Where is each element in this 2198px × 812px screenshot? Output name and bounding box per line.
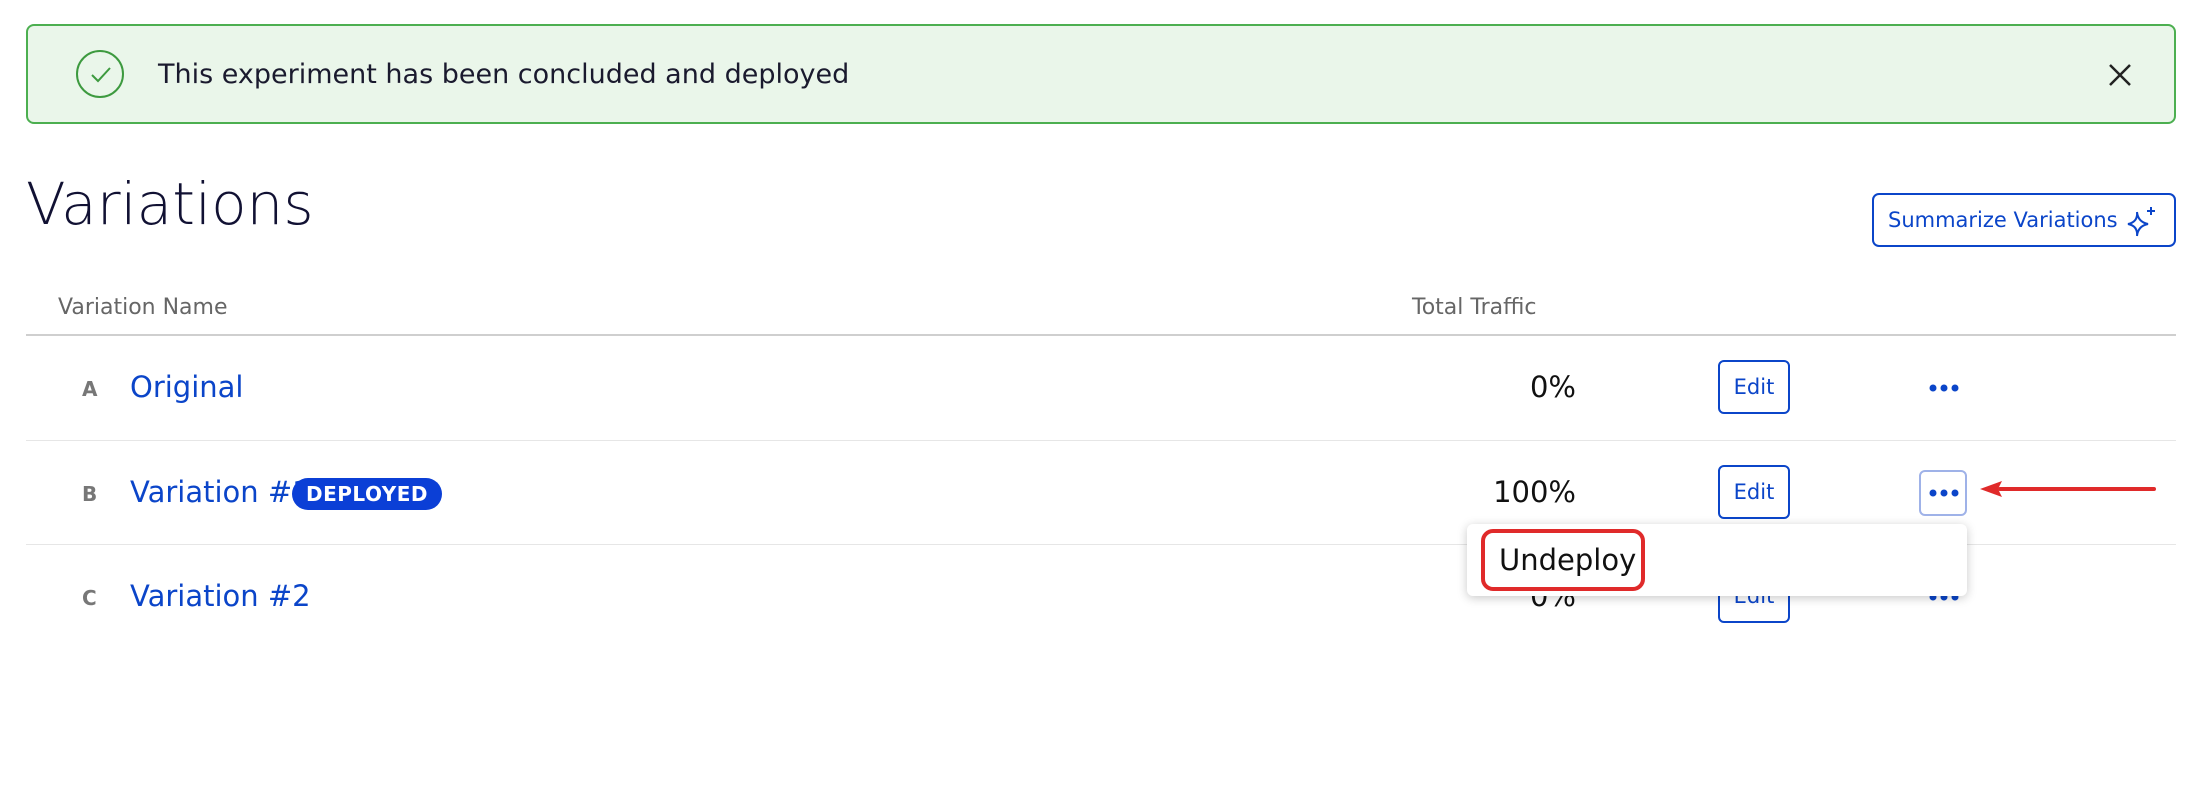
edit-button[interactable]: Edit <box>1718 360 1790 414</box>
traffic-value: 100% <box>1493 475 1576 509</box>
more-options-button[interactable] <box>1919 365 1967 411</box>
variation-name-link[interactable]: Original <box>130 370 243 404</box>
column-header-variation-name: Variation Name <box>58 295 228 320</box>
variation-letter: C <box>82 586 97 610</box>
success-banner: This experiment has been concluded and d… <box>26 24 2176 124</box>
sparkle-icon <box>2124 206 2160 243</box>
traffic-value: 0% <box>1529 370 1576 404</box>
summarize-label: Summarize Variations <box>1888 208 2118 232</box>
check-circle-icon <box>76 50 124 98</box>
variation-name-link[interactable]: Variation #2 <box>130 579 311 613</box>
deployed-badge: DEPLOYED <box>292 478 442 510</box>
row-actions-menu: Undeploy <box>1467 524 1967 596</box>
column-header-total-traffic: Total Traffic <box>1412 295 1537 320</box>
more-options-button[interactable] <box>1919 470 1967 516</box>
variation-name-link[interactable]: Variation #1 <box>130 475 311 509</box>
page-title: Variations <box>26 170 314 238</box>
menu-item-undeploy[interactable]: Undeploy <box>1481 529 1645 591</box>
edit-button[interactable]: Edit <box>1718 465 1790 519</box>
variation-letter: B <box>82 482 98 506</box>
banner-message: This experiment has been concluded and d… <box>158 59 850 90</box>
summarize-variations-button[interactable]: Summarize Variations <box>1872 193 2176 247</box>
close-icon[interactable] <box>2106 61 2134 89</box>
arrow-left-icon <box>1980 481 2156 497</box>
ellipsis-icon <box>1929 384 1959 392</box>
variation-letter: A <box>82 377 98 401</box>
ellipsis-icon <box>1929 489 1959 497</box>
table-row: A Original 0% Edit <box>26 336 2176 440</box>
